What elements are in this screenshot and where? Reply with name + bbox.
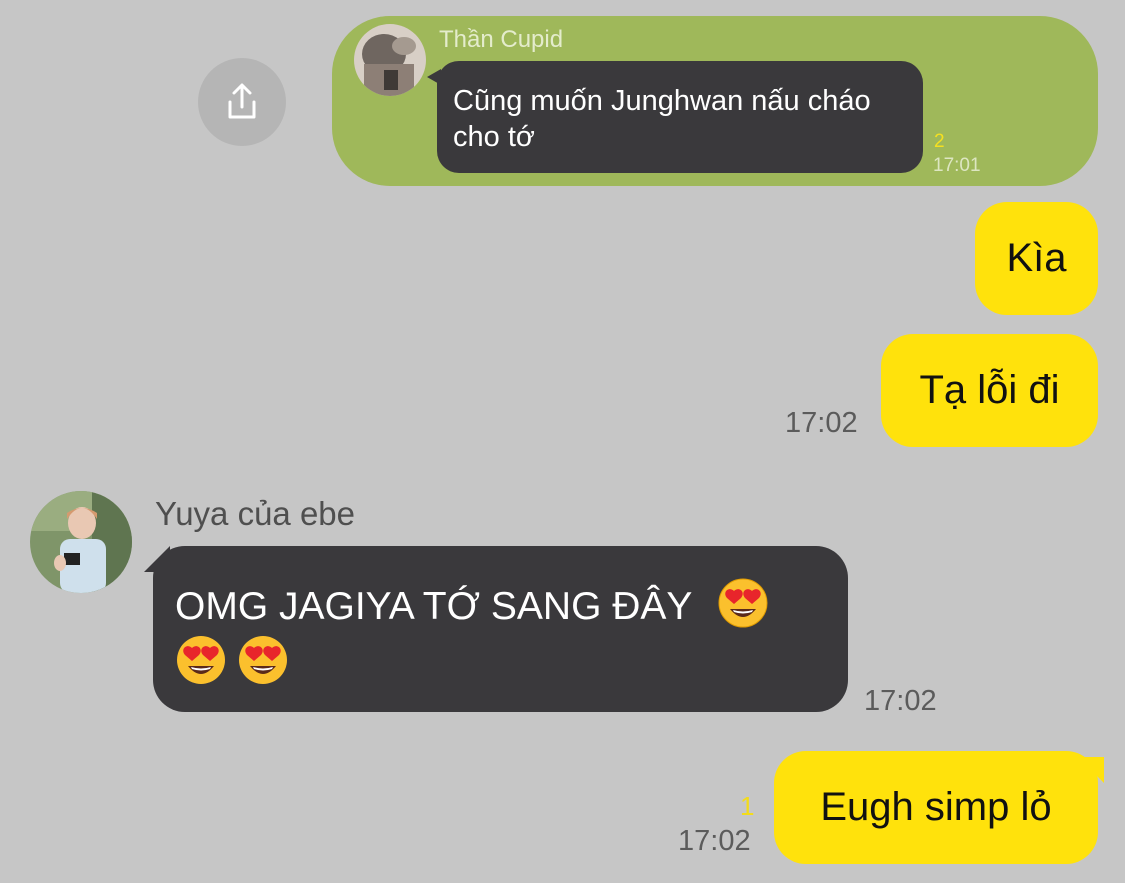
read-count: 1 [740, 791, 755, 821]
quoted-sender-avatar[interactable] [354, 24, 426, 96]
message-timestamp: 17:02 [785, 407, 858, 439]
bubble-tail [1078, 757, 1104, 783]
heart-eyes-emoji [718, 578, 768, 628]
message-text: Eugh simp lỏ [820, 785, 1052, 829]
message-timestamp: 17:02 [678, 825, 751, 857]
heart-eyes-emoji [177, 636, 225, 684]
sender-avatar[interactable] [30, 491, 132, 593]
quoted-message-text: Cũng muốn Junghwan nấu cháo cho tớ [453, 85, 871, 153]
heart-eyes-emoji [239, 636, 287, 684]
sent-message[interactable]: Tạ lỗi đi [881, 334, 1098, 447]
share-button[interactable] [198, 58, 286, 146]
message-text: Tạ lỗi đi [919, 368, 1060, 412]
message-text: OMG JAGIYA TỚ SANG ĐÂY [175, 585, 692, 628]
quoted-timestamp: 17:01 [933, 155, 981, 176]
share-icon [228, 83, 256, 119]
quoted-message-bubble: Cũng muốn Junghwan nấu cháo cho tớ [427, 61, 923, 173]
sender-name: Yuya của ebe [155, 495, 355, 532]
message-timestamp: 17:02 [864, 685, 937, 717]
received-message[interactable]: OMG JAGIYA TỚ SANG ĐÂY [153, 546, 848, 712]
quoted-sender-name: Thần Cupid [439, 26, 564, 53]
quoted-read-count: 2 [934, 131, 945, 152]
quoted-message[interactable]: Thần Cupid Cũng muốn Junghwan nấu cháo c… [332, 16, 1098, 186]
sent-message[interactable]: Kìa [975, 202, 1098, 315]
chat-screen: Thần Cupid Cũng muốn Junghwan nấu cháo c… [0, 0, 1125, 883]
message-text: Kìa [1006, 236, 1067, 280]
sent-message[interactable]: Eugh simp lỏ [774, 751, 1098, 864]
